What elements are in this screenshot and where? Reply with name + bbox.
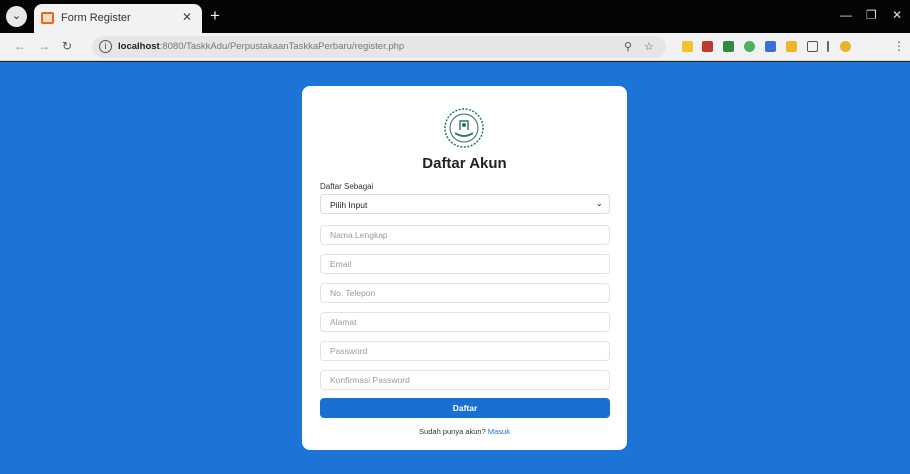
extensions-icon[interactable] bbox=[807, 41, 818, 52]
sheets-icon[interactable] bbox=[723, 41, 734, 52]
tab-favicon-icon bbox=[41, 12, 54, 24]
tab-close-icon[interactable]: ✕ bbox=[182, 10, 192, 24]
url-text[interactable]: localhost:8080/TaskkAdu/PerpustakaanTask… bbox=[118, 41, 404, 52]
full-name-field[interactable] bbox=[320, 225, 610, 245]
address-bar[interactable]: i localhost:8080/TaskkAdu/PerpustakaanTa… bbox=[92, 36, 666, 58]
page-title: Daftar Akun bbox=[422, 155, 507, 172]
avatar[interactable] bbox=[840, 41, 851, 52]
login-prompt-text: Sudah punya akun? bbox=[419, 427, 488, 436]
library-logo-icon bbox=[444, 108, 484, 148]
tab-title: Form Register bbox=[61, 12, 131, 24]
extension-icon[interactable] bbox=[786, 41, 797, 52]
new-tab-plus-icon[interactable]: + bbox=[206, 7, 224, 25]
login-link[interactable]: Masuk bbox=[488, 427, 510, 436]
extension-icon[interactable] bbox=[682, 41, 693, 52]
window-close-icon[interactable]: ✕ bbox=[892, 8, 902, 22]
email-field[interactable] bbox=[320, 254, 610, 274]
site-info-icon[interactable]: i bbox=[99, 40, 112, 53]
password-field[interactable] bbox=[320, 341, 610, 361]
extension-icon[interactable] bbox=[744, 41, 755, 52]
role-select[interactable]: Pilih Input ⌄ bbox=[320, 194, 610, 214]
login-prompt: Sudah punya akun? Masuk bbox=[302, 427, 627, 436]
restore-icon[interactable]: ❐ bbox=[866, 8, 877, 22]
minimize-icon[interactable]: — bbox=[840, 8, 852, 22]
gmail-icon[interactable] bbox=[702, 41, 713, 52]
role-label: Daftar Sebagai bbox=[320, 182, 374, 191]
forward-icon[interactable]: → bbox=[38, 39, 50, 53]
register-button[interactable]: Daftar bbox=[320, 398, 610, 418]
phone-field[interactable] bbox=[320, 283, 610, 303]
divider bbox=[827, 41, 829, 52]
browser-titlebar: ⌄ Form Register ✕ + — ❐ ✕ bbox=[0, 0, 910, 33]
tab-search-icon[interactable]: ⌄ bbox=[6, 6, 27, 27]
zoom-icon[interactable]: ⚲ bbox=[624, 40, 632, 53]
browser-toolbar: ← → ↻ i localhost:8080/TaskkAdu/Perpusta… bbox=[0, 33, 910, 61]
role-select-value: Pilih Input bbox=[330, 200, 368, 210]
drive-icon[interactable] bbox=[765, 41, 776, 52]
back-icon[interactable]: ← bbox=[14, 39, 26, 53]
menu-icon[interactable]: ⋮ bbox=[893, 39, 905, 53]
register-card: Daftar Akun Daftar Sebagai Pilih Input ⌄… bbox=[302, 86, 627, 450]
page-background: Daftar Akun Daftar Sebagai Pilih Input ⌄… bbox=[0, 62, 910, 474]
browser-tab[interactable]: Form Register ✕ bbox=[34, 4, 202, 33]
reload-icon[interactable]: ↻ bbox=[62, 39, 72, 53]
address-field[interactable] bbox=[320, 312, 610, 332]
confirm-password-field[interactable] bbox=[320, 370, 610, 390]
star-icon[interactable]: ☆ bbox=[644, 40, 654, 53]
chevron-down-icon: ⌄ bbox=[595, 198, 603, 208]
